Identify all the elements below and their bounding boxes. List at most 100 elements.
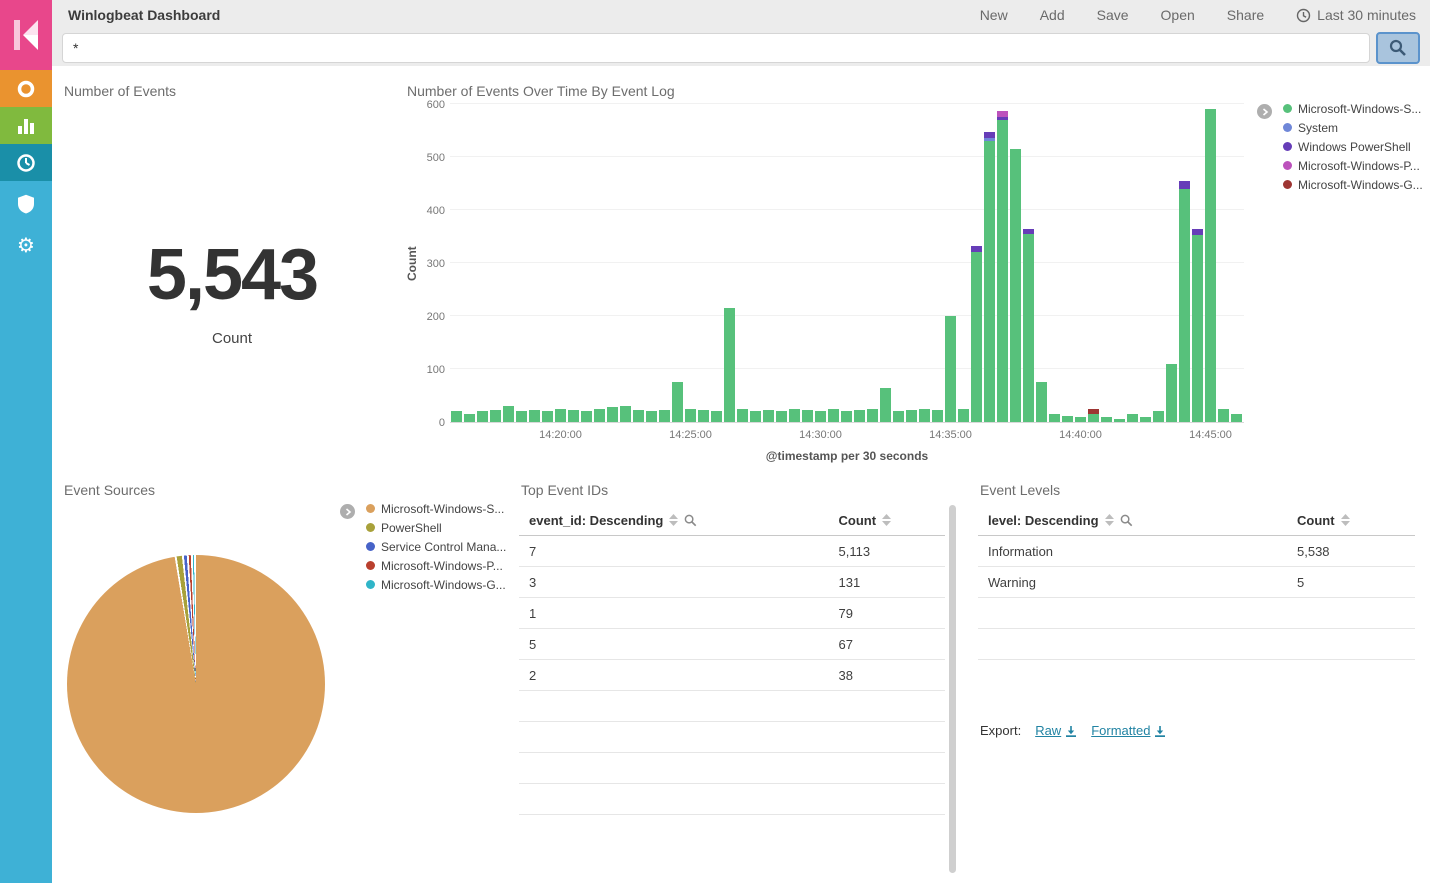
search-button[interactable]	[1376, 32, 1420, 64]
bar-segment[interactable]	[776, 411, 787, 422]
bar-segment[interactable]	[685, 409, 696, 422]
bar-segment[interactable]	[880, 388, 891, 422]
bar-segment[interactable]	[1218, 409, 1229, 422]
bar-segment[interactable]	[750, 411, 761, 422]
bar-segment[interactable]	[1127, 414, 1138, 422]
bar-segment[interactable]	[1192, 235, 1203, 422]
bar-segment[interactable]	[1179, 181, 1190, 189]
bar-segment[interactable]	[1179, 189, 1190, 422]
legend-item[interactable]: System	[1283, 121, 1425, 135]
bar-segment[interactable]	[997, 117, 1008, 120]
bar-segment[interactable]	[984, 138, 995, 141]
bar-segment[interactable]	[932, 410, 943, 422]
bar-segment[interactable]	[1205, 109, 1216, 422]
legend-toggle-button[interactable]	[1257, 104, 1272, 119]
bar-segment[interactable]	[1153, 411, 1164, 422]
bar-segment[interactable]	[1075, 417, 1086, 422]
pie-chart[interactable]	[67, 555, 325, 813]
bar-segment[interactable]	[1023, 229, 1034, 234]
bar-segment[interactable]	[711, 411, 722, 422]
nav-save[interactable]: Save	[1097, 7, 1129, 23]
bar-segment[interactable]	[971, 252, 982, 422]
bar-segment[interactable]	[1088, 414, 1099, 422]
bar-segment[interactable]	[581, 411, 592, 422]
bar-segment[interactable]	[490, 410, 501, 422]
bar-segment[interactable]	[633, 410, 644, 422]
kibana-logo[interactable]	[0, 0, 52, 70]
bar-segment[interactable]	[919, 409, 930, 422]
bar-segment[interactable]	[529, 410, 540, 422]
nav-open[interactable]: Open	[1161, 7, 1195, 23]
bar-segment[interactable]	[906, 410, 917, 422]
column-header-count[interactable]: Count	[839, 513, 946, 528]
nav-new[interactable]: New	[980, 7, 1008, 23]
bar-segment[interactable]	[646, 411, 657, 422]
bar-segment[interactable]	[607, 407, 618, 422]
bar-segment[interactable]	[1049, 414, 1060, 422]
legend-item[interactable]: PowerShell	[366, 521, 512, 535]
bar-segment[interactable]	[503, 406, 514, 422]
sidebar-item-settings[interactable]: ⚙	[0, 226, 52, 263]
legend-item[interactable]: Microsoft-Windows-P...	[1283, 159, 1425, 173]
column-header-event-id[interactable]: event_id: Descending	[519, 513, 839, 528]
bar-segment[interactable]	[1101, 417, 1112, 422]
bar-segment[interactable]	[1036, 382, 1047, 422]
legend-toggle-button[interactable]	[340, 504, 355, 519]
bar-segment[interactable]	[1062, 416, 1073, 422]
column-header-level[interactable]: level: Descending	[978, 513, 1297, 528]
bar-segment[interactable]	[997, 120, 1008, 422]
search-input[interactable]	[62, 33, 1370, 63]
nav-share[interactable]: Share	[1227, 7, 1264, 23]
bar-segment[interactable]	[555, 409, 566, 422]
bar-segment[interactable]	[945, 316, 956, 422]
bar-segment[interactable]	[789, 409, 800, 422]
bar-segment[interactable]	[1023, 234, 1034, 422]
legend-item[interactable]: Microsoft-Windows-G...	[1283, 178, 1425, 192]
bar-segment[interactable]	[477, 411, 488, 422]
sort-icon[interactable]	[1341, 514, 1350, 526]
sort-icon[interactable]	[1105, 514, 1114, 526]
legend-item[interactable]: Windows PowerShell	[1283, 140, 1425, 154]
bar-segment[interactable]	[1010, 149, 1021, 422]
bar-segment[interactable]	[451, 411, 462, 422]
bar-segment[interactable]	[893, 411, 904, 422]
bar-segment[interactable]	[971, 246, 982, 252]
legend-item[interactable]: Microsoft-Windows-S...	[366, 502, 512, 516]
bar-segment[interactable]	[1088, 409, 1099, 414]
bar-segment[interactable]	[984, 132, 995, 138]
bar-segment[interactable]	[1166, 364, 1177, 422]
magnifier-icon[interactable]	[1120, 514, 1133, 527]
bar-segment[interactable]	[867, 409, 878, 422]
bar-segment[interactable]	[516, 411, 527, 422]
sidebar-item-discover[interactable]	[0, 70, 52, 107]
bar-segment[interactable]	[984, 141, 995, 422]
bar-segment[interactable]	[815, 411, 826, 422]
bar-segment[interactable]	[828, 409, 839, 422]
bar-segment[interactable]	[594, 409, 605, 422]
bar-segment[interactable]	[1140, 417, 1151, 422]
sidebar-item-visualize[interactable]	[0, 107, 52, 144]
bar-segment[interactable]	[659, 410, 670, 422]
bar-segment[interactable]	[568, 410, 579, 422]
bar-segment[interactable]	[997, 111, 1008, 117]
magnifier-icon[interactable]	[684, 514, 697, 527]
sort-icon[interactable]	[882, 514, 891, 526]
bar-segment[interactable]	[1192, 229, 1203, 235]
bar-segment[interactable]	[841, 411, 852, 422]
legend-item[interactable]: Microsoft-Windows-P...	[366, 559, 512, 573]
bar-segment[interactable]	[672, 382, 683, 422]
vertical-scrollbar[interactable]	[949, 505, 956, 873]
bar-segment[interactable]	[737, 409, 748, 422]
bar-segment[interactable]	[1114, 419, 1125, 422]
nav-add[interactable]: Add	[1040, 7, 1065, 23]
bar-segment[interactable]	[1231, 414, 1242, 422]
sidebar-item-beats[interactable]	[0, 185, 52, 222]
export-raw-link[interactable]: Raw	[1035, 723, 1077, 738]
legend-item[interactable]: Service Control Mana...	[366, 540, 512, 554]
bar-segment[interactable]	[698, 410, 709, 422]
bar-segment[interactable]	[620, 406, 631, 422]
bar-segment[interactable]	[854, 410, 865, 422]
legend-item[interactable]: Microsoft-Windows-S...	[1283, 102, 1425, 116]
export-formatted-link[interactable]: Formatted	[1091, 723, 1166, 738]
bar-segment[interactable]	[542, 411, 553, 422]
